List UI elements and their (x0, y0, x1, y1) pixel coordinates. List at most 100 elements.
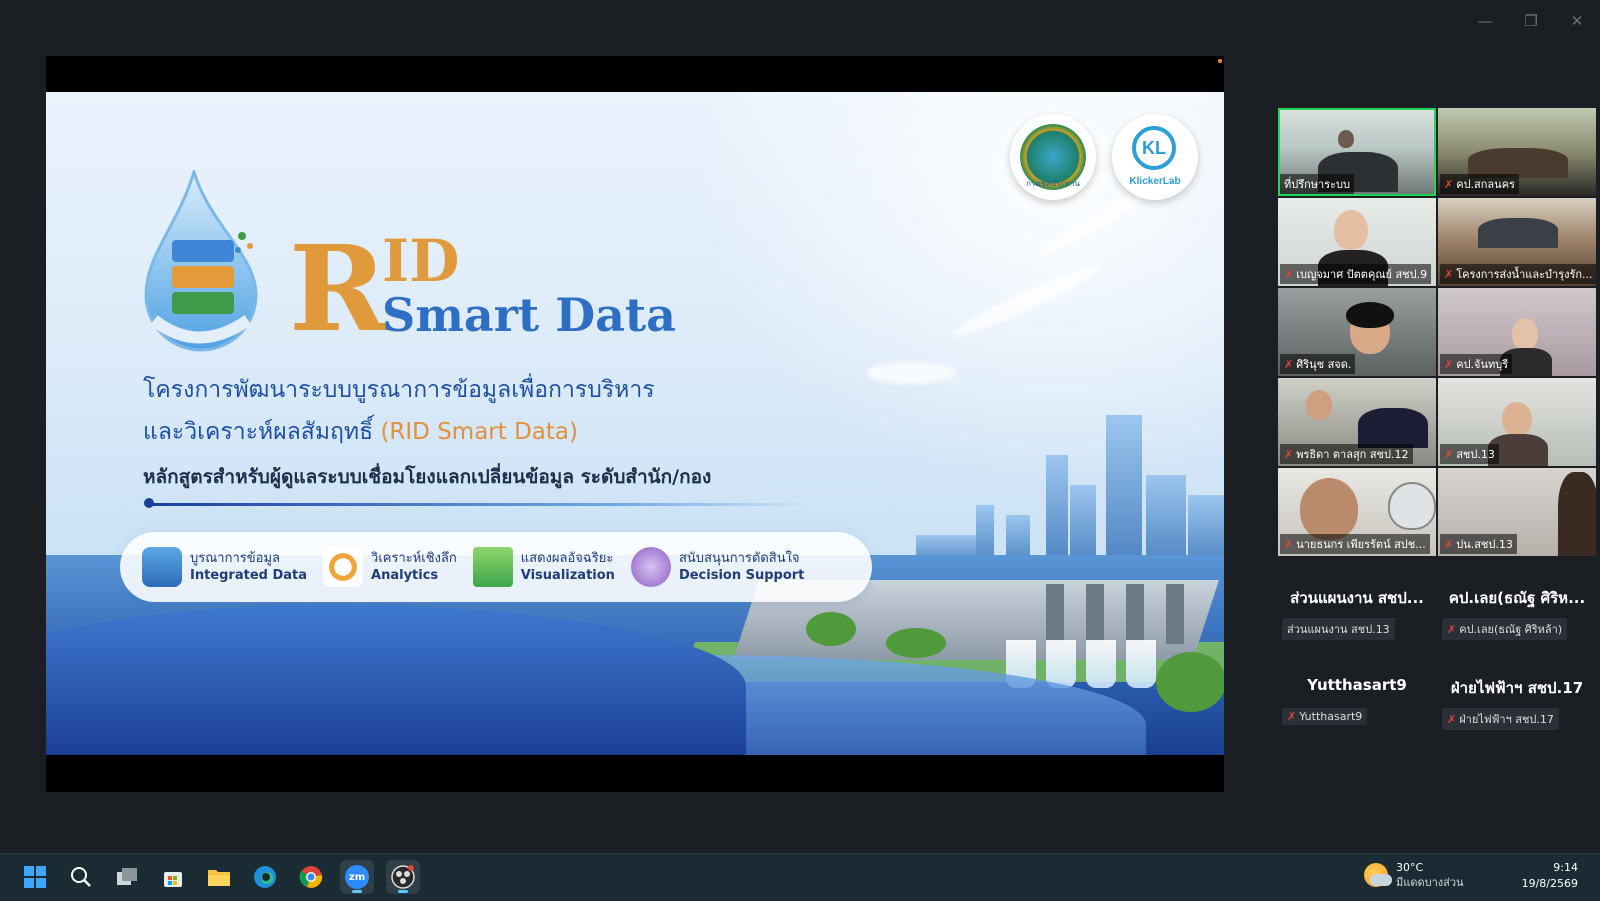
file-explorer-button[interactable] (202, 860, 236, 894)
mic-muted-icon: ✗ (1444, 537, 1454, 551)
zoom-button[interactable]: zm (340, 860, 374, 894)
klickerlab-logo: KL KlickerLab (1112, 114, 1198, 200)
trees (806, 612, 856, 646)
participant-tile[interactable]: ✗ เบญจมาศ ปัตตคุณย์ สชป.9 (1278, 198, 1436, 286)
participant-tile[interactable]: ✗ โครงการส่งน้ำและบำรุงรัก... (1438, 198, 1596, 286)
feature-analytics: วิเคราะห์เชิงลึก Analytics (323, 547, 457, 587)
participant-display-name: ส่วนแผนงาน สชป... (1290, 589, 1424, 607)
store-icon (164, 872, 182, 887)
building (1070, 485, 1096, 565)
project-title-line1: โครงการพัฒนาระบบบูรณาการข้อมูลเพื่อการบร… (143, 377, 655, 403)
participant-name: ที่ปรึกษาระบบ (1280, 174, 1355, 194)
edge-icon (254, 866, 276, 888)
store-button[interactable] (156, 860, 190, 894)
audio-participant-tile[interactable]: ส่วนแผนงาน สชป... ส่วนแผนงาน สชป.13 (1278, 578, 1436, 666)
windows-icon (24, 866, 46, 888)
rid-logo-text: กรมชลประทาน (1026, 179, 1080, 188)
obs-icon (391, 865, 415, 889)
partly-sunny-icon (1364, 863, 1392, 887)
participant-display-name: ฝ่ายไฟฟ้าฯ สชป.17 (1450, 679, 1584, 697)
participant-display-name: Yutthasart9 (1307, 676, 1407, 694)
dam-gate (1126, 584, 1144, 644)
dam-gate (1086, 584, 1104, 644)
waterfall (1126, 640, 1156, 688)
project-title-highlight: (RID Smart Data) (380, 419, 578, 445)
system-clock[interactable]: 9:14 19/8/2569 (1522, 860, 1578, 892)
participant-tile[interactable]: ✗ นายธนกร เพียรรัตน์ สปช... (1278, 468, 1436, 556)
search-button[interactable] (64, 860, 98, 894)
mic-muted-icon: ✗ (1284, 357, 1294, 371)
feature-visualization: แสดงผลอัจฉริยะ Visualization (472, 547, 615, 587)
chrome-icon (299, 866, 323, 888)
clock-date: 19/8/2569 (1521, 877, 1578, 890)
participant-name: ✗ Yutthasart9 (1282, 708, 1368, 725)
participant-face (1502, 402, 1532, 436)
audio-participant-tile[interactable]: Yutthasart9 ✗ Yutthasart9 (1278, 668, 1436, 756)
presentation-slide: กรมชลประทาน KL KlickerLab R ID Smart Dat… (46, 92, 1224, 755)
feature-thai: วิเคราะห์เชิงลึก (371, 551, 457, 566)
restore-button[interactable]: ❐ (1522, 12, 1540, 30)
participant-figure (1338, 130, 1354, 148)
participant-name: ✗ คป.สกลนคร (1440, 174, 1519, 194)
rid-smart-data-drop-logo (138, 166, 268, 360)
start-button[interactable] (18, 860, 52, 894)
participant-tile[interactable]: ✗ คป.สกลนคร (1438, 108, 1596, 196)
participant-name: ✗ คป.จันทบุรี (1440, 354, 1513, 374)
weather-temp: 30°C (1396, 861, 1424, 874)
participant-tile[interactable]: ✗ ศิรินุช สจด. (1278, 288, 1436, 376)
edge-button[interactable] (248, 860, 282, 894)
mic-muted-icon: ✗ (1284, 447, 1294, 461)
participant-name: ✗ ฝ่ายไฟฟ้าฯ สชป.17 (1442, 708, 1559, 730)
close-button[interactable]: ✕ (1568, 12, 1586, 30)
participant-partial (1558, 472, 1596, 556)
feature-en: Analytics (371, 568, 439, 583)
mic-muted-icon: ✗ (1447, 712, 1457, 726)
trees (1156, 652, 1224, 712)
chrome-button[interactable] (294, 860, 328, 894)
participant-tile[interactable]: ✗ พรธิดา ตาลสุก สชป.12 (1278, 378, 1436, 466)
obs-button[interactable] (386, 860, 420, 894)
feature-thai: บูรณาการข้อมูล (190, 551, 280, 566)
mic-muted-icon: ✗ (1444, 357, 1454, 371)
magnifier-chart-icon (323, 547, 364, 587)
participant-name: ✗ ปน.สชป.13 (1440, 534, 1517, 554)
mic-muted-icon: ✗ (1444, 267, 1454, 281)
audio-participant-tile[interactable]: ฝ่ายไฟฟ้าฯ สชป.17 ✗ ฝ่ายไฟฟ้าฯ สชป.17 (1438, 668, 1596, 756)
audio-participant-tile[interactable]: คป.เลย(ธณัฐ ศิริห... ✗ คป.เลย(ธณัฐ ศิริหล… (1438, 578, 1596, 666)
participant-face (1306, 390, 1332, 420)
recording-indicator (1218, 59, 1222, 63)
task-view-icon (117, 868, 137, 885)
participant-name: ✗ นายธนกร เพียรรัตน์ สปช... (1280, 534, 1430, 554)
title-id: ID (382, 227, 460, 295)
feature-en: Visualization (520, 568, 615, 583)
task-view-button[interactable] (110, 860, 144, 894)
minimize-button[interactable]: — (1476, 12, 1494, 30)
monitor-chart-icon (472, 547, 513, 587)
participant-name: ✗ เบญจมาศ ปัตตคุณย์ สชป.9 (1280, 264, 1432, 284)
feature-decision-support: สนับสนุนการตัดสินใจ Decision Support (630, 547, 805, 587)
participant-tile[interactable]: ที่ปรึกษาระบบ (1278, 108, 1436, 196)
mic-muted-icon: ✗ (1284, 267, 1294, 281)
mic-muted-icon: ✗ (1447, 622, 1457, 636)
participant-hair (1346, 302, 1394, 328)
participant-name: ✗ โครงการส่งน้ำและบำรุงรัก... (1440, 264, 1596, 284)
window-controls: — ❐ ✕ (1476, 12, 1586, 30)
kl-mark: KL (1132, 126, 1176, 170)
participant-face (1512, 318, 1538, 350)
weather-desc: มีแดดบางส่วน (1396, 876, 1464, 889)
divider-dot (144, 498, 154, 508)
taskbar: zm 30°C มีแดดบางส่วน 9:14 19/8/2569 (0, 853, 1600, 901)
search-icon (71, 867, 91, 887)
feature-en: Decision Support (678, 568, 805, 583)
course-line: หลักสูตรสำหรับผู้ดูแลระบบเชื่อมโยงแลกเปล… (143, 466, 712, 488)
waterfall (1046, 640, 1076, 688)
weather-widget[interactable]: 30°C มีแดดบางส่วน (1364, 860, 1464, 890)
participant-name: ✗ คป.เลย(ธณัฐ ศิริหล้า) (1442, 618, 1568, 640)
klickerlab-name: KlickerLab (1129, 176, 1181, 187)
participant-tile[interactable]: ✗ สชป.13 (1438, 378, 1596, 466)
divider (148, 503, 808, 506)
participant-tile[interactable]: ✗ คป.จันทบุรี (1438, 288, 1596, 376)
participant-tile[interactable]: ✗ ปน.สชป.13 (1438, 468, 1596, 556)
feature-thai: สนับสนุนการตัดสินใจ (678, 551, 800, 566)
participant-name: ส่วนแผนงาน สชป.13 (1282, 618, 1395, 640)
